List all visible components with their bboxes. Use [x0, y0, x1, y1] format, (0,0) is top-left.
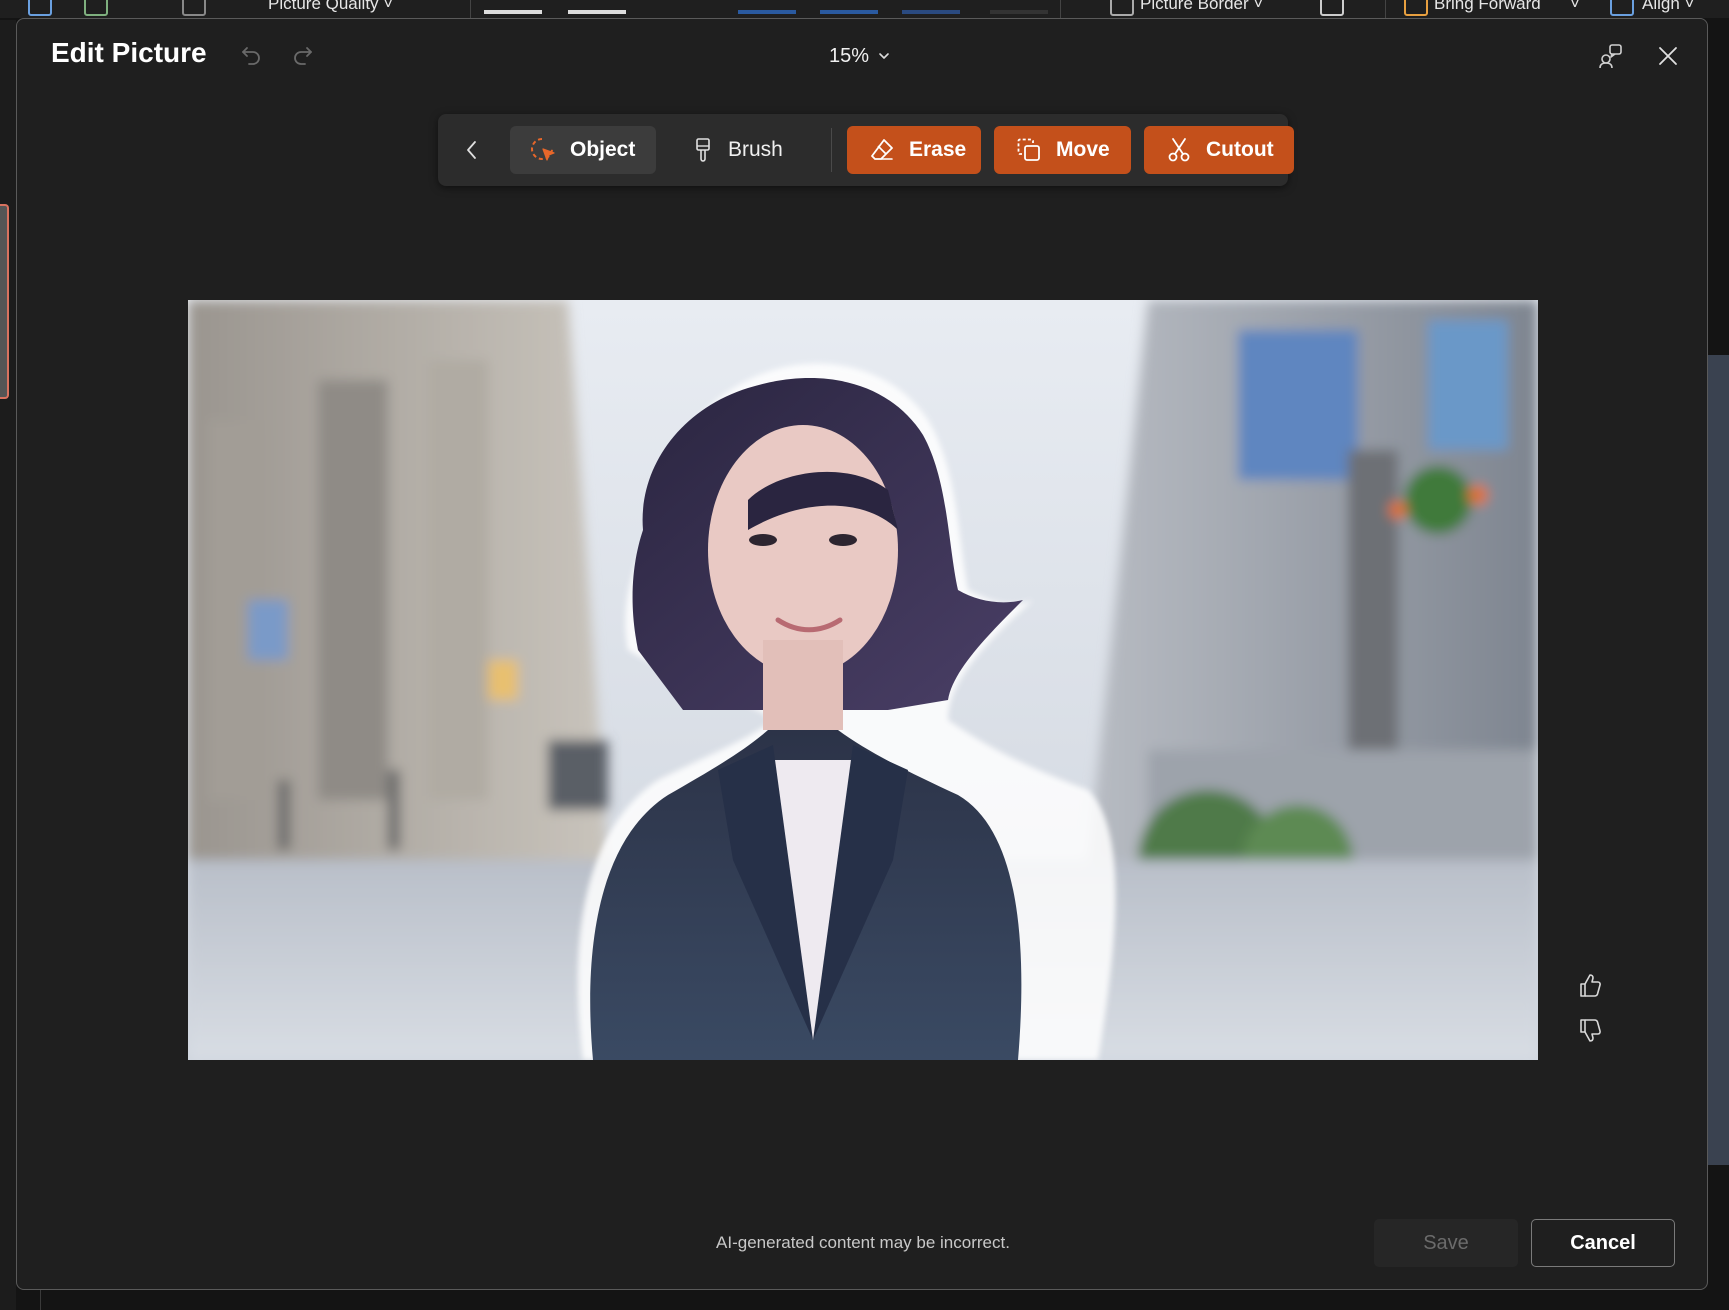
- style-preview[interactable]: [568, 10, 626, 14]
- share-feedback-icon: [1599, 44, 1622, 69]
- divider: [40, 1290, 41, 1310]
- picture-icon: [182, 0, 206, 16]
- picture-border-button[interactable]: Picture Border ˅: [1140, 0, 1263, 14]
- style-preview[interactable]: [484, 10, 542, 14]
- move-label: Move: [1056, 138, 1110, 161]
- object-tool-label: Object: [570, 138, 636, 161]
- picture-icon: [84, 0, 108, 16]
- zoom-dropdown[interactable]: 15%: [829, 41, 891, 71]
- zoom-level: 15%: [829, 44, 870, 67]
- style-preview[interactable]: [902, 10, 960, 14]
- redo-icon: [294, 47, 312, 65]
- brush-icon: [696, 138, 710, 162]
- slide-canvas-edge: [1707, 355, 1729, 1165]
- chevron-down-icon: [879, 53, 889, 59]
- move-icon: [1017, 138, 1040, 161]
- object-select-icon: [531, 138, 555, 161]
- redo-button[interactable]: [287, 39, 319, 71]
- erase-button[interactable]: Erase: [847, 126, 981, 174]
- portrait-photo: [188, 300, 1538, 1060]
- thumbs-up-icon: [1580, 974, 1601, 997]
- chevron-left-icon: [467, 141, 476, 159]
- align-icon: [1610, 0, 1634, 16]
- chevron-down-icon[interactable]: ˅: [1570, 0, 1580, 14]
- ribbon-strip: Picture Quality ˅ Picture Border ˅ Bring…: [0, 0, 1729, 18]
- ribbon-divider: [1060, 0, 1061, 18]
- eraser-icon: [871, 139, 893, 160]
- cancel-button[interactable]: Cancel: [1531, 1219, 1675, 1267]
- scissors-icon: [1168, 138, 1190, 162]
- cutout-button[interactable]: Cutout: [1144, 126, 1294, 174]
- slide-thumbnail[interactable]: [0, 204, 9, 399]
- ribbon-divider: [1385, 0, 1386, 18]
- picture-icon: [1320, 0, 1344, 16]
- thumbs-up-button[interactable]: [1572, 967, 1608, 1003]
- erase-label: Erase: [909, 138, 967, 161]
- close-icon: [1659, 47, 1677, 65]
- thumbs-down-button[interactable]: [1572, 1013, 1608, 1049]
- toolbar-divider: [831, 128, 832, 172]
- picture-quality-button[interactable]: Picture Quality ˅: [268, 0, 393, 14]
- object-tool-button[interactable]: Object: [510, 126, 656, 174]
- brush-tool-button[interactable]: Brush: [672, 126, 796, 174]
- brush-tool-label: Brush: [728, 138, 783, 161]
- cutout-label: Cutout: [1206, 138, 1274, 161]
- style-preview[interactable]: [738, 10, 796, 14]
- ribbon-divider: [470, 0, 471, 18]
- picture-border-icon: [1110, 0, 1134, 16]
- close-button[interactable]: [1649, 37, 1687, 75]
- style-preview[interactable]: [820, 10, 878, 14]
- align-button[interactable]: Align ˅: [1642, 0, 1694, 14]
- save-button[interactable]: Save: [1374, 1219, 1518, 1267]
- picture-canvas[interactable]: [188, 300, 1538, 1060]
- feedback-share-button[interactable]: [1591, 37, 1629, 75]
- bring-forward-button[interactable]: Bring Forward: [1434, 0, 1541, 14]
- edit-toolbar: Object Brush Erase Move Cutout: [438, 114, 1294, 186]
- undo-icon: [242, 47, 260, 65]
- move-button[interactable]: Move: [994, 126, 1131, 174]
- undo-button[interactable]: [235, 39, 267, 71]
- dialog-title: Edit Picture: [51, 37, 207, 68]
- thumbs-down-icon: [1580, 1019, 1601, 1042]
- bring-forward-icon: [1404, 0, 1428, 16]
- style-preview[interactable]: [990, 10, 1048, 14]
- back-button[interactable]: [452, 128, 492, 172]
- edit-picture-dialog: Edit Picture 15% Object Brush Erase Move…: [16, 18, 1708, 1290]
- picture-icon: [28, 0, 52, 16]
